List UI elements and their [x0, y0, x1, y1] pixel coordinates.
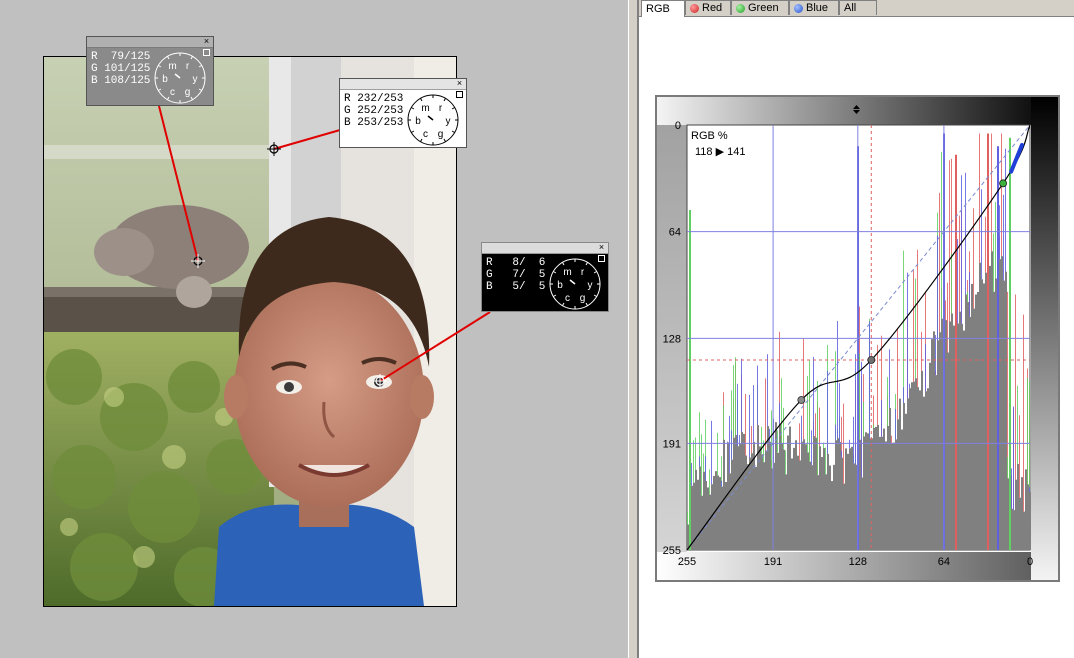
dial-letter: g	[438, 129, 444, 140]
popup-title-bar[interactable]	[87, 37, 213, 48]
hue-dial-icon: rygcbm	[549, 258, 601, 310]
curves-editor[interactable]: RGB % 118 ▶ 141 0 64 128 191 255 255 191 128 64…	[655, 95, 1060, 582]
tab-rgb[interactable]: RGB	[641, 0, 685, 17]
dial-letter: y	[446, 116, 451, 127]
close-icon[interactable]: ×	[455, 79, 464, 88]
y-tick-label: 0	[675, 120, 681, 132]
tab-blue[interactable]: Blue	[789, 0, 839, 15]
blue-value: B 108/125	[91, 75, 151, 87]
dial-letter: c	[170, 87, 175, 98]
y-tick-label: 191	[663, 438, 681, 450]
dial-letter: r	[186, 61, 190, 72]
x-tick-label: 0	[1027, 556, 1033, 568]
curve-control-point[interactable]	[999, 179, 1007, 188]
dial-letter: r	[581, 267, 585, 278]
red-value: R 8/ 6	[486, 257, 546, 269]
dial-letter: g	[580, 293, 586, 304]
hue-dial-icon: rygcbm	[154, 52, 206, 104]
dial-letter: m	[421, 103, 429, 114]
input-gradient-bar	[1031, 97, 1058, 580]
color-sample-popup[interactable]: × R 8/ 6G 7/ 5B 5/ 5 rygcbm	[481, 242, 609, 312]
dial-letter: m	[563, 267, 571, 278]
curve-mode-label: RGB %	[691, 130, 728, 142]
curve-control-point[interactable]	[867, 356, 876, 364]
green-value: G 7/ 5	[486, 269, 546, 281]
hue-dial-icon: rygcbm	[407, 94, 459, 146]
image-canvas[interactable]: × R 79/125 G 101/125 B 108/125 rygcbm × R …	[0, 0, 628, 658]
red-ball-icon	[690, 3, 699, 13]
y-tick-label: 64	[669, 227, 681, 239]
red-value: R 79/125	[91, 51, 151, 63]
popup-title-bar[interactable]	[482, 243, 608, 254]
curve-control-point[interactable]	[797, 396, 806, 404]
dial-letter: m	[168, 61, 176, 72]
dial-letter: c	[565, 293, 570, 304]
green-value: G 101/125	[91, 63, 151, 75]
y-tick-label: 128	[663, 333, 681, 345]
x-tick-label: 64	[938, 556, 950, 568]
tab-red[interactable]: Red	[685, 0, 731, 15]
x-tick-label: 255	[678, 556, 696, 568]
dial-letter: b	[415, 116, 421, 127]
blue-value: B 5/ 5	[486, 281, 546, 293]
color-sample-popup[interactable]: × R 232/253 G 252/253 B 253/253 rygcbm	[339, 78, 467, 148]
x-tick-label: 191	[764, 556, 782, 568]
dial-letter: g	[185, 87, 191, 98]
dial-letter: b	[162, 74, 168, 85]
channel-tabs: RGB Red Green Blue All	[639, 0, 1074, 17]
dial-letter: c	[423, 129, 428, 140]
x-tick-label: 128	[849, 556, 867, 568]
popup-title-bar[interactable]	[340, 79, 466, 90]
color-sample-popup[interactable]: × R 79/125 G 101/125 B 108/125 rygcbm	[86, 36, 214, 106]
close-icon[interactable]: ×	[202, 37, 211, 46]
green-value: G 252/253	[344, 105, 404, 117]
green-ball-icon	[736, 3, 745, 13]
pane-splitter[interactable]	[628, 0, 638, 658]
close-icon[interactable]: ×	[597, 243, 606, 252]
dial-letter: r	[439, 103, 443, 114]
dial-letter: y	[193, 74, 198, 85]
tab-green[interactable]: Green	[731, 0, 789, 15]
dial-letter: y	[588, 280, 593, 291]
curves-panel: RGB Red Green Blue All RGB % 118 ▶ 141 0…	[638, 0, 1074, 658]
curve-readout: 118 ▶ 141	[695, 146, 745, 158]
dial-letter: b	[557, 280, 563, 291]
tab-all[interactable]: All	[839, 0, 877, 15]
blue-value: B 253/253	[344, 117, 404, 129]
curves-graph[interactable]: RGB % 118 ▶ 141 064128191255 255 191 128 64…	[657, 97, 1058, 580]
blue-ball-icon	[794, 3, 803, 13]
red-value: R 232/253	[344, 93, 404, 105]
